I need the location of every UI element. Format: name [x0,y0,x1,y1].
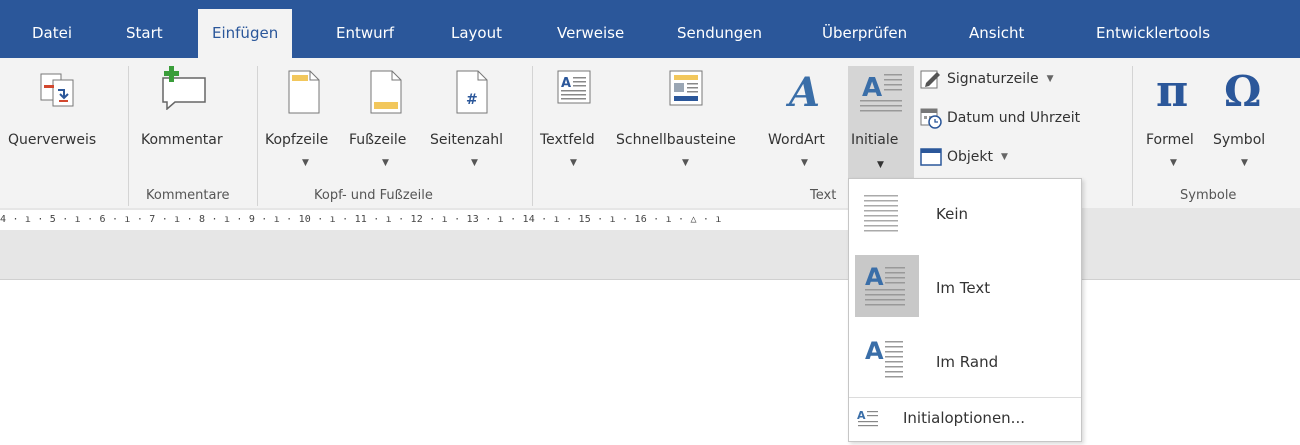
tab-einfuegen[interactable]: Einfügen [198,9,293,58]
ruler-scale[interactable]: 4 · ı · 5 · ı · 6 · ı · 7 · ı · 8 · ı · … [0,214,722,225]
comment-icon [162,66,206,110]
dropdown-item-im-rand[interactable]: A Im Rand [849,325,1081,395]
svg-text:A: A [785,69,820,112]
chevron-down-icon: ▼ [801,158,808,168]
signature-line-icon [920,70,940,89]
page-number-icon: # [456,70,488,114]
tab-start[interactable]: Start [126,18,163,58]
objekt-button[interactable]: Objekt ▼ [920,144,1008,170]
formel-button[interactable]: π Formel ▼ [1138,58,1214,183]
chevron-down-icon: ▼ [682,158,689,168]
initialoptionen-button[interactable]: A Initialoptionen... [849,401,1081,437]
seitenzahl-button[interactable]: # Seitenzahl ▼ [428,58,528,183]
kopfzeile-button[interactable]: Kopfzeile ▼ [262,58,348,183]
kommentar-label: Kommentar [141,132,223,148]
object-icon [920,148,942,166]
group-label-symbole: Symbole [1180,188,1237,203]
wordart-icon: A [785,69,820,112]
tab-layout[interactable]: Layout [451,18,502,58]
group-label-kopf-fusszeile: Kopf- und Fußzeile [314,188,433,203]
initialoptionen-label: Initialoptionen... [903,409,1025,427]
svg-text:A: A [561,76,571,91]
dropdown-separator [849,397,1081,398]
chevron-down-icon: ▼ [1001,152,1008,162]
symbol-button[interactable]: Ω Symbol ▼ [1210,58,1286,183]
omega-icon: Ω [1224,68,1261,114]
drop-cap-options-icon: A [857,409,878,427]
initiale-label: Initiale [851,132,899,148]
schnellbausteine-label: Schnellbausteine [616,132,736,148]
symbol-label: Symbol [1213,132,1266,148]
chevron-down-icon: ▼ [877,160,884,170]
dropdown-item-im-text[interactable]: A Im Text [849,251,1081,321]
svg-text:#: # [466,92,478,108]
tab-sendungen[interactable]: Sendungen [677,18,762,58]
querverweis-label: Querverweis [8,132,97,148]
chevron-down-icon: ▼ [302,158,309,168]
signaturzeile-label: Signaturzeile [947,71,1039,87]
tab-ansicht[interactable]: Ansicht [969,18,1024,58]
drop-cap-icon: A [860,73,902,112]
svg-text:Ω: Ω [1224,68,1261,114]
dropdown-item-kein[interactable]: Kein [849,179,1081,249]
chevron-down-icon: ▼ [1241,158,1248,168]
drop-cap-in-margin-icon: A [865,337,903,378]
text-box-icon: A [557,70,591,104]
quick-parts-icon [669,70,703,106]
dropdown-item-label: Kein [936,205,968,223]
schnellbausteine-button[interactable]: Schnellbausteine ▼ [615,58,767,183]
tab-ueberpruefen[interactable]: Überprüfen [822,18,907,58]
querverweis-button[interactable]: Querverweis [0,58,128,183]
pi-icon: π [1156,68,1188,114]
footer-icon [370,70,402,114]
svg-text:A: A [865,263,884,291]
chevron-down-icon: ▼ [471,158,478,168]
drop-cap-in-text-icon: A [865,263,905,306]
datum-uhrzeit-button[interactable]: Datum und Uhrzeit [920,105,1080,131]
chevron-down-icon: ▼ [1170,158,1177,168]
textfeld-label: Textfeld [540,132,595,148]
objekt-label: Objekt [947,149,994,165]
date-time-icon [920,108,942,129]
wordart-label: WordArt [768,132,825,148]
dropdown-item-label: Im Rand [936,353,999,371]
dropdown-item-label: Im Text [936,279,991,297]
header-icon [288,70,320,114]
group-label-text: Text [810,188,837,203]
ribbon: Querverweis Kommentar Kommentare Kopfzei… [0,58,1300,209]
fusszeile-button[interactable]: Fußzeile ▼ [348,58,428,183]
chevron-down-icon: ▼ [382,158,389,168]
group-divider [128,66,129,206]
chevron-down-icon: ▼ [570,158,577,168]
group-divider [532,66,533,206]
svg-text:A: A [862,73,882,103]
svg-text:π: π [1156,68,1188,114]
svg-text:A: A [865,337,884,365]
group-label-kommentare: Kommentare [146,188,230,203]
drop-cap-dropdown: Kein A Im Text A Im Rand A Initialoption… [848,178,1082,442]
tab-verweise[interactable]: Verweise [557,18,624,58]
formel-label: Formel [1146,132,1194,148]
ribbon-tab-bar: Datei Start Einfügen Entwurf Layout Verw… [0,0,1300,58]
group-divider [1132,66,1133,206]
document-top-margin [0,232,1300,280]
datum-uhrzeit-label: Datum und Uhrzeit [947,110,1081,126]
cross-reference-icon [40,73,74,107]
tab-datei[interactable]: Datei [32,18,72,58]
fusszeile-label: Fußzeile [349,132,407,148]
textfeld-button[interactable]: A Textfeld ▼ [537,58,615,183]
chevron-down-icon: ▼ [1046,74,1054,84]
signaturzeile-button[interactable]: Signaturzeile ▼ [920,66,1054,92]
tab-entwurf[interactable]: Entwurf [336,18,394,58]
seitenzahl-label: Seitenzahl [430,132,504,148]
tab-entwicklertools[interactable]: Entwicklertools [1096,18,1210,58]
no-drop-cap-icon [864,195,898,232]
kommentar-button[interactable]: Kommentar [132,58,252,183]
kopfzeile-label: Kopfzeile [265,132,329,148]
svg-text:A: A [857,409,866,422]
group-divider [257,66,258,206]
wordart-button[interactable]: A WordArt ▼ [767,58,847,183]
